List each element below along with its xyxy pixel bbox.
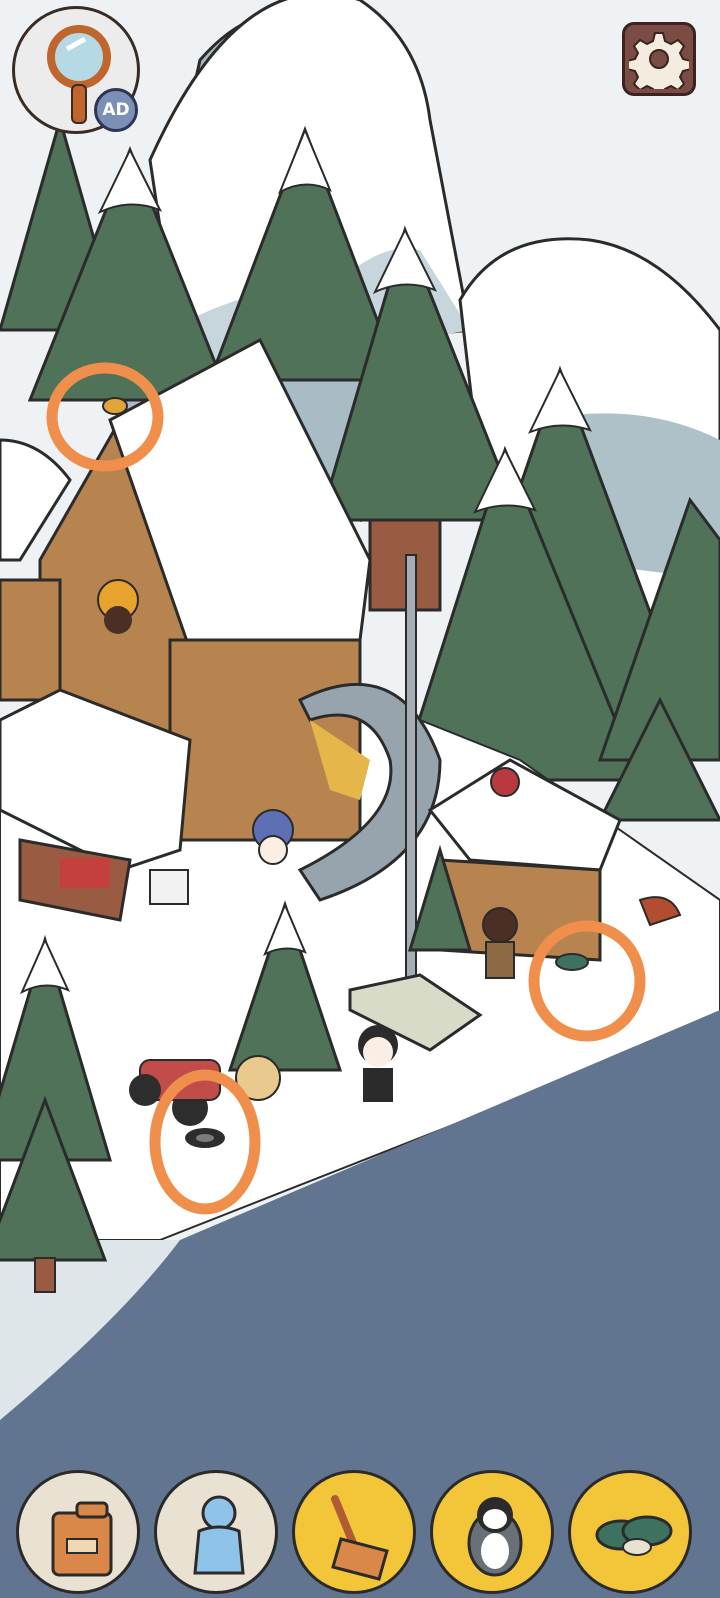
ice-statue-icon <box>193 1495 245 1575</box>
game-scene[interactable] <box>0 0 720 1598</box>
snow-shovel-icon <box>331 1495 389 1581</box>
item-toolbar <box>0 1452 720 1598</box>
item-slot-jerrycan[interactable] <box>16 1470 140 1594</box>
item-slot-penguin[interactable] <box>430 1470 554 1594</box>
rope-icon <box>595 1515 673 1556</box>
settings-button[interactable] <box>622 22 696 96</box>
rope[interactable] <box>555 953 589 971</box>
gear-icon <box>629 32 689 89</box>
penguin-icon <box>467 1497 523 1577</box>
jerrycan-icon <box>51 1501 113 1577</box>
bird-on-roof[interactable] <box>102 397 128 415</box>
item-slot-ice-statue[interactable] <box>154 1470 278 1594</box>
item-slot-snow-shovel[interactable] <box>292 1470 416 1594</box>
item-slot-rope[interactable] <box>568 1470 692 1594</box>
ad-badge[interactable]: AD <box>94 88 138 132</box>
